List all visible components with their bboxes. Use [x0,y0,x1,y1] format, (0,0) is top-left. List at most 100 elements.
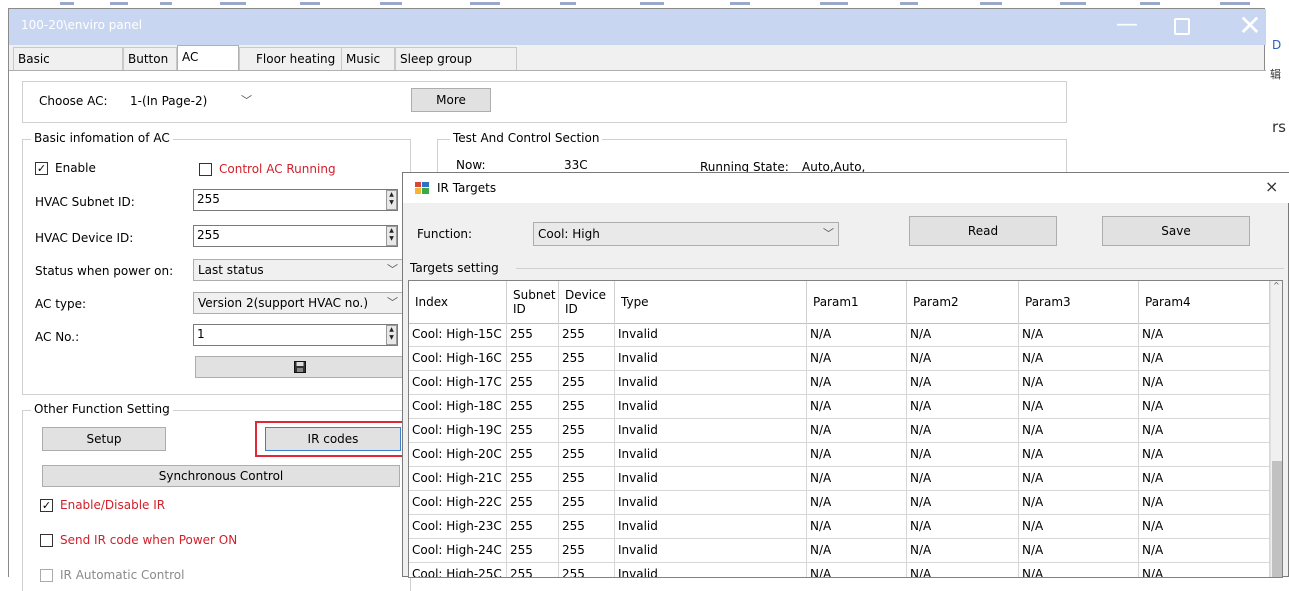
column-header-param2[interactable]: Param2 [907,281,1019,323]
table-cell[interactable]: 255 [559,539,615,562]
status-power-on-select[interactable]: Last status ﹀ [193,259,403,281]
table-cell[interactable]: 255 [507,539,559,562]
table-cell[interactable]: N/A [807,515,907,538]
table-cell[interactable]: Cool: High-15C [409,323,507,346]
table-cell[interactable]: N/A [1139,323,1270,346]
table-cell[interactable]: N/A [1139,491,1270,514]
table-cell[interactable]: 255 [507,443,559,466]
table-cell[interactable]: Cool: High-22C [409,491,507,514]
table-cell[interactable]: Cool: High-19C [409,419,507,442]
read-button[interactable]: Read [909,216,1057,246]
table-cell[interactable]: N/A [807,467,907,490]
ir-automatic-control-checkbox[interactable] [40,569,53,582]
tab-floor-heating[interactable]: Floor heating [239,47,345,70]
hvac-device-spinner[interactable]: ▲ ▼ [386,226,397,246]
table-cell[interactable]: N/A [907,323,1019,346]
column-header-subnet-id[interactable]: Subnet ID [507,281,559,323]
table-cell[interactable]: N/A [1139,539,1270,562]
table-cell[interactable]: Cool: High-21C [409,467,507,490]
tab-sleep-group-setting[interactable]: Sleep group setting [395,47,517,88]
table-cell[interactable]: N/A [1139,563,1270,577]
table-cell[interactable]: 255 [507,323,559,346]
table-cell[interactable]: 255 [559,443,615,466]
column-header-index[interactable]: Index [409,281,507,323]
scroll-up-arrow-icon[interactable]: ^ [1273,281,1280,290]
table-row[interactable]: Cool: High-25C 255 255 Invalid N/A N/A N/A N/A [409,563,1270,577]
table-cell[interactable]: 255 [507,371,559,394]
column-header-param4[interactable]: Param4 [1139,281,1270,323]
table-cell[interactable]: 255 [507,515,559,538]
table-cell[interactable]: N/A [907,539,1019,562]
column-header-type[interactable]: Type [615,281,807,323]
table-cell[interactable]: N/A [807,491,907,514]
table-cell[interactable]: 255 [507,419,559,442]
table-row[interactable]: Cool: High-16C 255 255 Invalid N/A N/A N/A N/A [409,347,1270,371]
table-cell[interactable]: N/A [1019,491,1139,514]
table-row[interactable]: Cool: High-19C 255 255 Invalid N/A N/A N/A N/A [409,419,1270,443]
scrollbar-thumb[interactable] [1272,461,1282,577]
dialog-close-button[interactable]: × [1265,177,1278,196]
column-header-param1[interactable]: Param1 [807,281,907,323]
table-cell[interactable]: Invalid [615,515,807,538]
table-cell[interactable]: 255 [507,347,559,370]
send-ir-power-on-checkbox[interactable] [40,534,53,547]
table-cell[interactable]: N/A [907,347,1019,370]
table-cell[interactable]: N/A [1019,443,1139,466]
table-cell[interactable]: N/A [1139,443,1270,466]
column-header-param3[interactable]: Param3 [1019,281,1139,323]
table-cell[interactable]: Cool: High-16C [409,347,507,370]
tab-ac[interactable]: AC [177,45,239,70]
ac-type-select[interactable]: Version 2(support HVAC no.) ﹀ [193,292,403,314]
table-row[interactable]: Cool: High-15C 255 255 Invalid N/A N/A N/A N/A [409,323,1270,347]
table-cell[interactable]: N/A [1139,515,1270,538]
table-cell[interactable]: N/A [1019,395,1139,418]
tab-basic-information[interactable]: Basic information [13,47,123,88]
ac-no-field[interactable]: 1 [193,324,398,346]
table-cell[interactable]: N/A [907,443,1019,466]
table-cell[interactable]: N/A [1019,467,1139,490]
table-cell[interactable]: N/A [807,563,907,577]
table-cell[interactable]: 255 [507,491,559,514]
table-cell[interactable]: N/A [1019,371,1139,394]
table-cell[interactable]: 255 [507,563,559,577]
table-cell[interactable]: N/A [807,347,907,370]
table-cell[interactable]: N/A [907,395,1019,418]
table-cell[interactable]: N/A [907,467,1019,490]
table-cell[interactable]: N/A [907,419,1019,442]
maximize-button[interactable] [1174,18,1190,35]
table-cell[interactable]: Invalid [615,419,807,442]
table-cell[interactable]: 255 [559,323,615,346]
enable-checkbox[interactable]: ✓ [35,162,48,175]
table-row[interactable]: Cool: High-18C 255 255 Invalid N/A N/A N/A N/A [409,395,1270,419]
ir-codes-button[interactable]: IR codes [265,427,401,451]
enable-ir-checkbox[interactable]: ✓ [40,499,53,512]
table-cell[interactable]: N/A [807,539,907,562]
function-select[interactable]: Cool: High ﹀ [533,222,839,246]
table-cell[interactable]: Invalid [615,323,807,346]
table-cell[interactable]: 255 [559,515,615,538]
table-cell[interactable]: Cool: High-25C [409,563,507,577]
table-cell[interactable]: N/A [1019,323,1139,346]
table-cell[interactable]: N/A [1019,539,1139,562]
table-cell[interactable]: Invalid [615,539,807,562]
hvac-subnet-spinner[interactable]: ▲ ▼ [386,190,397,210]
table-cell[interactable]: N/A [1019,515,1139,538]
minimize-button[interactable]: — [1113,14,1141,39]
save-button[interactable]: Save [1102,216,1250,246]
grid-vertical-scrollbar[interactable]: ^ [1270,281,1282,577]
column-header-device-id[interactable]: Device ID [559,281,615,323]
table-cell[interactable]: Invalid [615,563,807,577]
table-cell[interactable]: Invalid [615,347,807,370]
table-cell[interactable]: N/A [807,371,907,394]
table-cell[interactable]: N/A [1139,347,1270,370]
table-cell[interactable]: N/A [807,323,907,346]
table-cell[interactable]: N/A [1019,347,1139,370]
table-cell[interactable]: Invalid [615,467,807,490]
table-row[interactable]: Cool: High-22C 255 255 Invalid N/A N/A N/A N/A [409,491,1270,515]
choose-ac-select[interactable]: 1-(In Page-2) ﹀ [125,90,257,112]
table-cell[interactable]: Cool: High-23C [409,515,507,538]
table-cell[interactable]: 255 [559,347,615,370]
table-row[interactable]: Cool: High-17C 255 255 Invalid N/A N/A N/A N/A [409,371,1270,395]
table-cell[interactable]: N/A [907,515,1019,538]
table-cell[interactable]: 255 [559,395,615,418]
